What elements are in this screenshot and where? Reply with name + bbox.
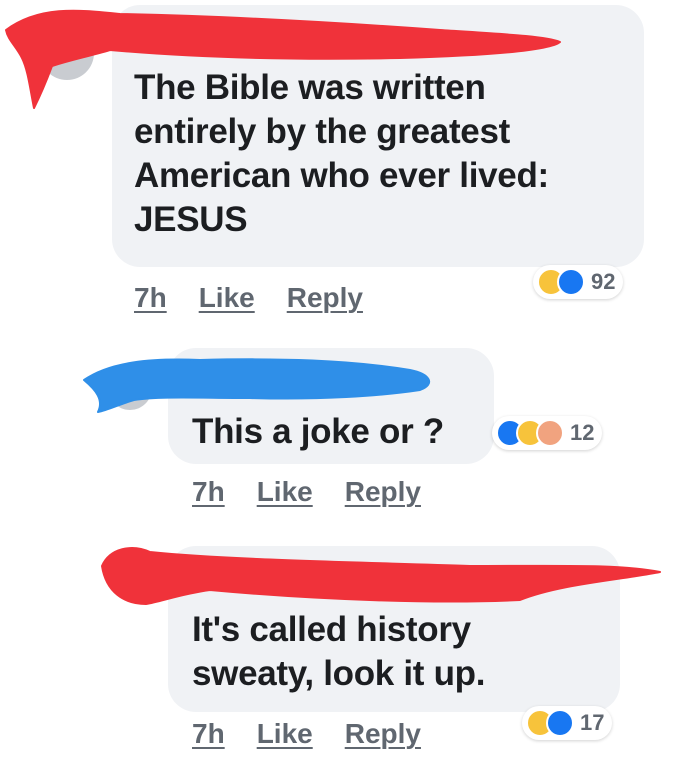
avatar[interactable] [40,26,94,80]
reply-button[interactable]: Reply [345,476,421,508]
comment-line: sweaty, look it up. [192,654,486,693]
timestamp-link[interactable]: 7h [192,718,225,750]
comment-actions: 7h Like Reply [192,476,421,508]
avatar[interactable] [108,366,152,410]
angry-icon [536,419,564,447]
reply-button[interactable]: Reply [345,718,421,750]
comment-line: JESUS [134,200,248,239]
timestamp-link[interactable]: 7h [134,282,167,314]
comment-line: This a joke or ? [192,412,444,451]
timestamp-link[interactable]: 7h [192,476,225,508]
like-button[interactable]: Like [257,718,313,750]
like-icon [557,268,585,296]
comment-text: This a joke or ? [192,410,444,454]
like-icon [546,709,574,737]
comment-line: It's called history [192,610,471,649]
comment-line: American who ever lived: [134,156,549,195]
comment-line: entirely by the greatest [134,112,510,151]
reply-button[interactable]: Reply [287,282,363,314]
comment-text: It's called history sweaty, look it up. [192,608,485,696]
comment-text: The Bible was written entirely by the gr… [134,66,549,242]
comment-line: The Bible was written [134,68,486,107]
like-button[interactable]: Like [257,476,313,508]
like-button[interactable]: Like [199,282,255,314]
reaction-count: 17 [580,710,605,735]
reaction-count: 92 [591,269,616,294]
comment-actions: 7h Like Reply [192,718,421,750]
reaction-summary[interactable]: 17 [522,706,613,740]
comment-actions: 7h Like Reply [134,282,363,314]
reaction-summary[interactable]: 12 [492,416,603,450]
reaction-count: 12 [570,420,595,445]
avatar[interactable] [112,552,160,600]
reaction-summary[interactable]: 92 [533,265,624,299]
